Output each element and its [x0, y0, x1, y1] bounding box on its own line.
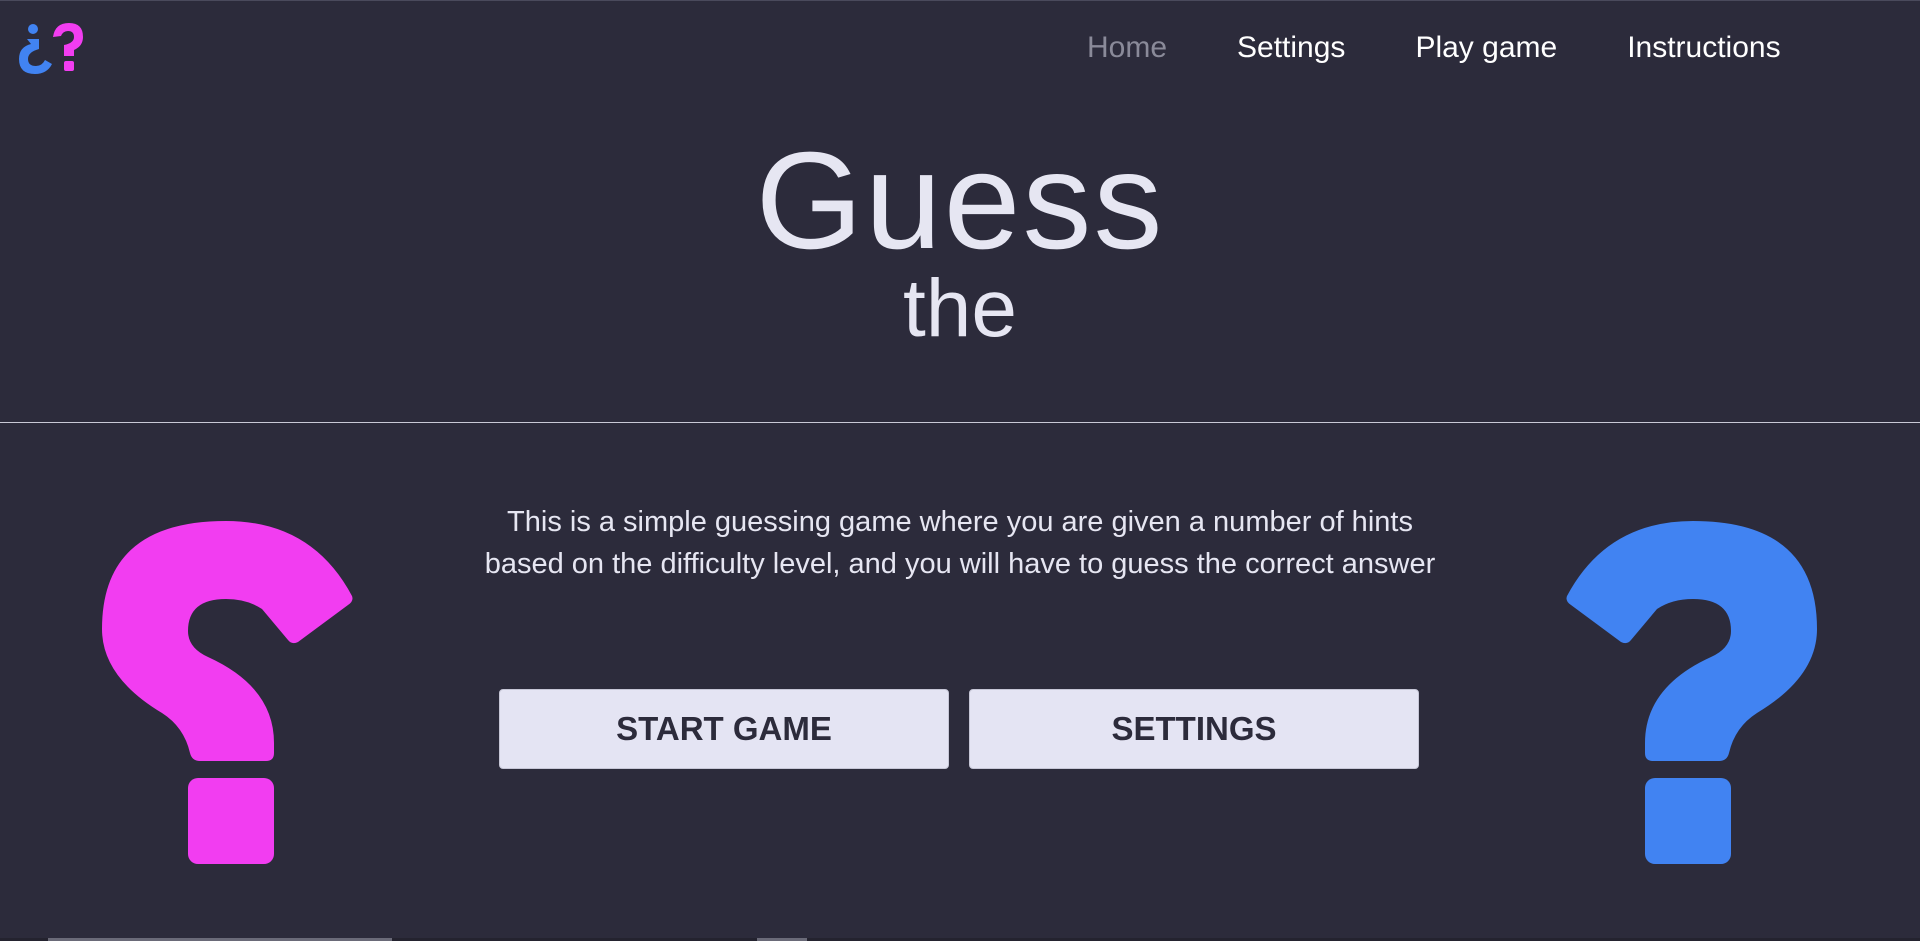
nav-home[interactable]: Home [1087, 31, 1167, 65]
hero-title: Guess the [0, 131, 1920, 353]
hero-title-line-2: the [903, 263, 1017, 354]
top-navbar: Home Settings Play game Instructions [0, 1, 1920, 105]
settings-button[interactable]: SETTINGS [969, 689, 1419, 769]
game-description: This is a simple guessing game where you… [484, 506, 1436, 580]
nav-settings[interactable]: Settings [1237, 31, 1345, 65]
hero-title-line-1: Guess [755, 124, 1165, 278]
nav-instructions[interactable]: Instructions [1627, 31, 1780, 65]
question-marks-logo-icon[interactable] [17, 21, 83, 75]
pink-question-mark-icon [102, 521, 354, 866]
start-game-button[interactable]: START GAME [499, 689, 949, 769]
main-nav: Home Settings Play game Instructions [1087, 31, 1781, 65]
nav-play-game[interactable]: Play game [1415, 31, 1557, 65]
section-divider [0, 422, 1920, 423]
blue-question-mark-icon [1565, 521, 1817, 866]
page: Home Settings Play game Instructions Gue… [0, 0, 1920, 941]
